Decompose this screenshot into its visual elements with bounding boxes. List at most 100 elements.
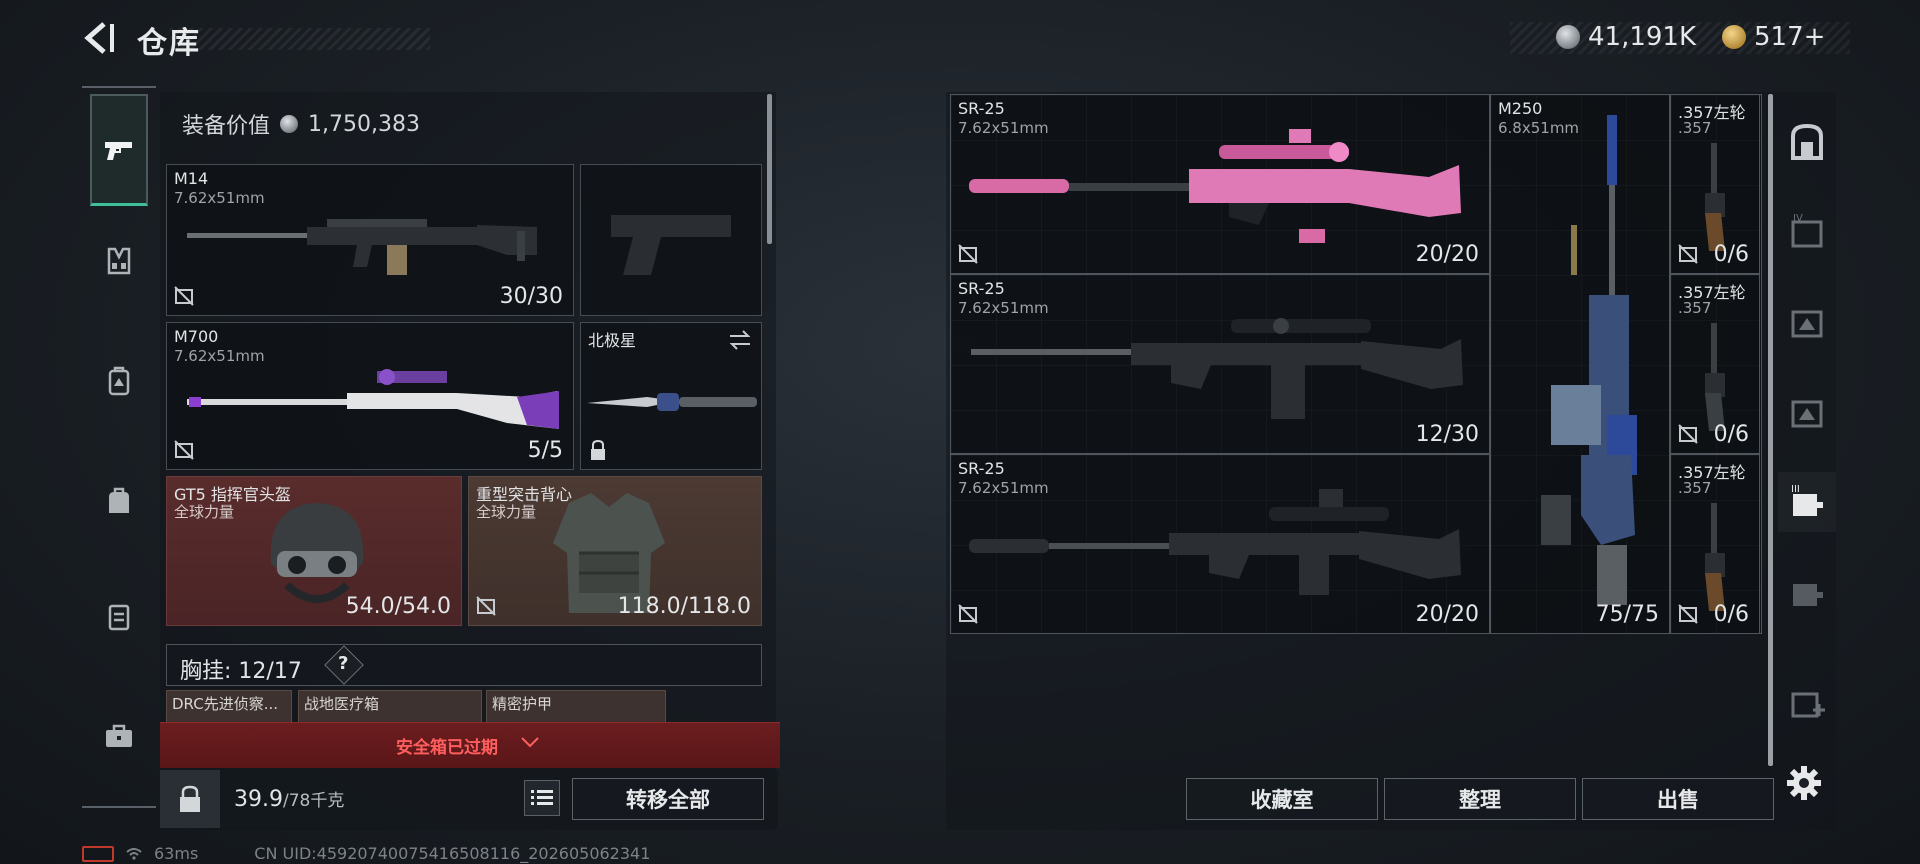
gear-icon[interactable]: [1785, 764, 1823, 802]
rail-tab-bag[interactable]: [82, 456, 156, 546]
rail-tab-case[interactable]: [82, 571, 156, 661]
pistol-slot[interactable]: [580, 164, 762, 316]
helmet-slot[interactable]: GT5 指挥官头盔 全球力量 54.0/54.0: [166, 476, 462, 626]
stash-page-2[interactable]: IV: [1778, 202, 1836, 262]
backpack-lock-button[interactable]: [160, 770, 220, 828]
collection-room-button[interactable]: 收藏室: [1186, 778, 1378, 820]
list-view-button[interactable]: [524, 780, 560, 816]
item-caliber: .357: [1678, 119, 1712, 137]
revolver-image: [1705, 503, 1725, 611]
storage-tier-3b-icon: [1791, 400, 1823, 428]
bag-icon: [109, 487, 129, 513]
rail-tab-weapons[interactable]: [90, 94, 148, 206]
stash-page-rail: IV III: [1778, 90, 1836, 830]
chest-rig-title: 胸挂:: [180, 659, 232, 684]
back-arrow-icon[interactable]: [80, 20, 116, 56]
item-ammo: 0/6: [1713, 422, 1749, 447]
sr25-pink-rifle-image: [969, 129, 1461, 243]
chest-rig-capacity: 12/17: [238, 659, 302, 684]
rig-item-1[interactable]: DRC先进侦察...: [166, 690, 292, 726]
svg-text:III: III: [1791, 484, 1800, 495]
melee-name: 北极星: [588, 331, 637, 350]
rail-tab-rig[interactable]: [82, 216, 156, 306]
sell-button[interactable]: 出售: [1582, 778, 1774, 820]
item-caliber: .357: [1678, 299, 1712, 317]
no-mod-icon: [174, 440, 194, 460]
stash-page-4[interactable]: [1778, 382, 1836, 442]
revolver-image: [1705, 323, 1725, 431]
rig-item-2[interactable]: 战地医疗箱: [298, 690, 482, 726]
gold-coin-icon: [1722, 25, 1746, 49]
primary-weapon-slot[interactable]: M14 7.62x51mm 30/30: [166, 164, 574, 316]
item-name: SR-25: [958, 279, 1005, 298]
rail-tab-toolbox[interactable]: [82, 691, 156, 781]
loadout-scrollbar[interactable]: [767, 94, 772, 244]
stash-item[interactable]: SR-25 7.62x51mm 12/30: [950, 274, 1490, 454]
stash-item[interactable]: SR-25 7.62x51mm 20/20: [950, 94, 1490, 274]
equipment-value-label: 装备价值: [182, 114, 271, 139]
m14-rifle-image: [187, 219, 537, 275]
rig-item-3[interactable]: 精密护甲: [486, 690, 666, 726]
user-id: CN UID:4592074007541650811​6_20260506234…: [254, 844, 651, 863]
gold-amount: 517+: [1754, 22, 1826, 52]
item-ammo: 0/6: [1713, 242, 1749, 267]
m250-lmg-image: [1541, 115, 1637, 605]
revolver-image: [1705, 143, 1725, 251]
weight-current: 39.9: [234, 787, 283, 812]
stash-item[interactable]: .357左轮 .357 0/6: [1670, 454, 1760, 634]
wifi-icon: [126, 847, 142, 860]
chevron-down-icon[interactable]: [520, 735, 540, 751]
stash-item[interactable]: SR-25 7.62x51mm 20/20: [950, 454, 1490, 634]
sr25-black-rifle-image: [971, 318, 1463, 419]
m700-rifle-image: [187, 369, 559, 429]
weapon-name: M14: [174, 169, 209, 188]
stash-scrollbar[interactable]: [1768, 94, 1773, 766]
carry-weight: 39.9/78千克: [234, 786, 344, 812]
transfer-all-button[interactable]: 转移全部: [572, 778, 764, 820]
storage-tier-4-icon: IV: [1791, 213, 1823, 248]
equipment-value: 装备价值 1,750,383: [182, 108, 420, 140]
safe-box-status: 安全箱已过期: [396, 738, 498, 758]
organize-button[interactable]: 整理: [1384, 778, 1576, 820]
helmet-brand: 全球力量: [174, 503, 235, 521]
stash-page-5[interactable]: III: [1778, 472, 1836, 532]
storage-tier-3d-icon: [1793, 584, 1823, 606]
knife-image: [587, 393, 757, 411]
item-ammo: 20/20: [1415, 602, 1479, 627]
item-ammo: 0/6: [1713, 602, 1749, 627]
lock-icon: [591, 439, 605, 460]
stash-page-3[interactable]: [1778, 292, 1836, 352]
stash-page-1[interactable]: [1778, 112, 1836, 172]
melee-slot[interactable]: 北极星: [580, 322, 762, 470]
swap-icon[interactable]: [727, 329, 753, 351]
help-icon-glyph: ?: [338, 653, 349, 674]
equipment-value-amount: 1,750,383: [308, 111, 420, 137]
stash-item[interactable]: .357左轮 .357 0/6: [1670, 94, 1760, 274]
no-mod-icon: [476, 596, 496, 616]
gold-currency[interactable]: 517+: [1722, 22, 1825, 52]
stash-page-add[interactable]: [1778, 672, 1836, 732]
armor-slot[interactable]: 重型突击背心 全球力量 118.0/118.0: [468, 476, 762, 626]
armor-brand: 全球力量: [476, 503, 537, 521]
secondary-weapon-slot[interactable]: M700 7.62x51mm 5/5: [166, 322, 574, 470]
no-mod-icon: [958, 604, 978, 624]
stash-page-6[interactable]: [1778, 562, 1836, 622]
rail-tab-backpack[interactable]: [82, 336, 156, 426]
page-title: 仓库: [137, 26, 201, 61]
backpack-icon: [108, 366, 130, 396]
stash-item[interactable]: M250 6.8x51mm 75/75: [1490, 94, 1670, 634]
item-name: SR-25: [958, 99, 1005, 118]
stash-item[interactable]: .357左轮 .357 0/6: [1670, 274, 1760, 454]
no-mod-icon: [1678, 604, 1698, 624]
category-rail: [82, 86, 156, 806]
rig-item-label: DRC先进侦察...: [172, 695, 279, 713]
no-mod-icon: [1678, 424, 1698, 444]
weapon-name: M700: [174, 327, 219, 346]
rig-item-label: 战地医疗箱: [304, 695, 380, 713]
rig-item-label: 精密护甲: [492, 695, 553, 713]
add-storage-icon: [1791, 692, 1825, 718]
no-mod-icon: [1678, 244, 1698, 264]
storage-tier-3-icon: [1791, 310, 1823, 338]
case-icon: [108, 604, 130, 631]
silver-currency: 41,191K: [1556, 22, 1696, 52]
